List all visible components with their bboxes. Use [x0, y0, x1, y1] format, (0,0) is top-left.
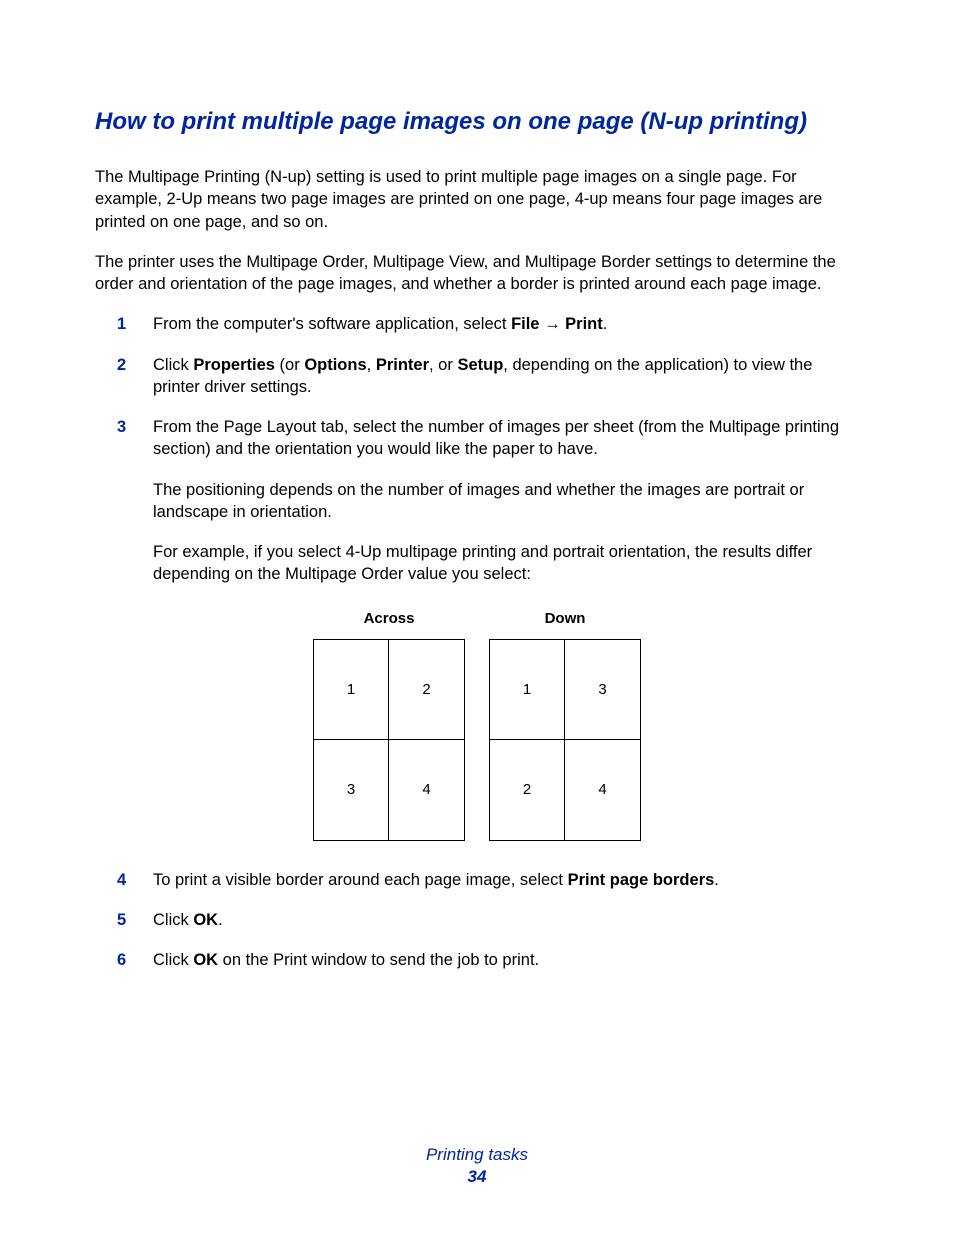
text: , or [429, 356, 457, 374]
cell: 4 [389, 740, 464, 840]
step-4: 4 To print a visible border around each … [153, 869, 859, 891]
step-number: 6 [117, 949, 126, 971]
text: , [367, 356, 376, 374]
text: (or [275, 356, 304, 374]
menu-file: File [511, 315, 539, 333]
diagram-title-across: Across [364, 610, 415, 627]
intro-paragraph-1: The Multipage Printing (N-up) setting is… [95, 166, 859, 233]
grid-down: 1 3 2 4 [489, 639, 641, 841]
text: . [218, 911, 223, 929]
step3-p2: The positioning depends on the number of… [153, 479, 859, 524]
bold-printer: Printer [376, 356, 429, 374]
text: . [603, 315, 608, 333]
step-number: 3 [117, 416, 126, 438]
bold-properties: Properties [193, 356, 275, 374]
text: Click [153, 356, 193, 374]
text: To print a visible border around each pa… [153, 871, 568, 889]
footer-page-number: 34 [0, 1167, 954, 1187]
cell: 3 [314, 740, 389, 840]
document-page: How to print multiple page images on one… [0, 0, 954, 972]
text: on the Print window to send the job to p… [218, 951, 539, 969]
step-content: Click Properties (or Options, Printer, o… [153, 354, 859, 399]
page-footer: Printing tasks 34 [0, 1145, 954, 1187]
step-6: 6 Click OK on the Print window to send t… [153, 949, 859, 971]
step-content: From the Page Layout tab, select the num… [153, 416, 859, 586]
grid-across: 1 2 3 4 [313, 639, 465, 841]
step-content: From the computer's software application… [153, 313, 859, 335]
order-diagrams: Across 1 2 3 4 Down 1 3 2 4 [95, 610, 859, 841]
bold-setup: Setup [457, 356, 503, 374]
text: Click [153, 951, 193, 969]
text: . [714, 871, 719, 889]
step-number: 5 [117, 909, 126, 931]
footer-section-title: Printing tasks [0, 1145, 954, 1165]
steps-list: 1 From the computer's software applicati… [95, 313, 859, 585]
bold-ok: OK [193, 911, 218, 929]
step-5: 5 Click OK. [153, 909, 859, 931]
text: Click [153, 911, 193, 929]
step-number: 2 [117, 354, 126, 376]
step-content: To print a visible border around each pa… [153, 869, 859, 891]
step-content: Click OK on the Print window to send the… [153, 949, 859, 971]
intro-paragraph-2: The printer uses the Multipage Order, Mu… [95, 251, 859, 296]
step-2: 2 Click Properties (or Options, Printer,… [153, 354, 859, 399]
cell: 4 [565, 740, 640, 840]
bold-print-page-borders: Print page borders [568, 871, 715, 889]
diagram-down: Down 1 3 2 4 [489, 610, 641, 841]
menu-print: Print [565, 315, 603, 333]
step-content: Click OK. [153, 909, 859, 931]
bold-options: Options [304, 356, 366, 374]
step-1: 1 From the computer's software applicati… [153, 313, 859, 335]
bold-ok: OK [193, 951, 218, 969]
cell: 1 [490, 640, 565, 740]
step-number: 4 [117, 869, 126, 891]
text: From the computer's software application… [153, 315, 511, 333]
cell: 1 [314, 640, 389, 740]
step3-p1: From the Page Layout tab, select the num… [153, 416, 859, 461]
arrow-icon: → [540, 315, 566, 333]
cell: 3 [565, 640, 640, 740]
diagram-title-down: Down [545, 610, 586, 627]
page-heading: How to print multiple page images on one… [95, 108, 859, 136]
diagram-across: Across 1 2 3 4 [313, 610, 465, 841]
step-3: 3 From the Page Layout tab, select the n… [153, 416, 859, 586]
step3-p3: For example, if you select 4-Up multipag… [153, 541, 859, 586]
step-number: 1 [117, 313, 126, 335]
cell: 2 [389, 640, 464, 740]
cell: 2 [490, 740, 565, 840]
steps-list-continued: 4 To print a visible border around each … [95, 869, 859, 972]
